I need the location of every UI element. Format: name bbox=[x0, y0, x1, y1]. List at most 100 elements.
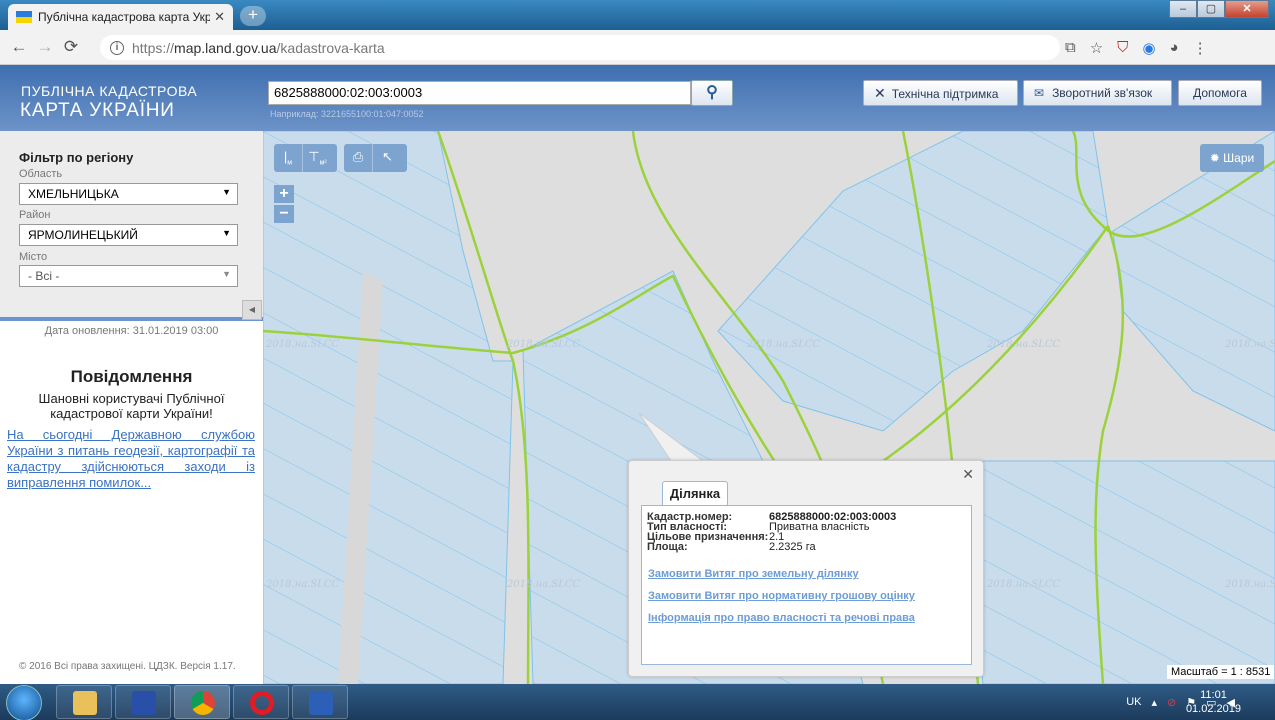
watermark: 2018.на.SLCC bbox=[747, 339, 821, 350]
zoom-out-button[interactable]: − bbox=[274, 205, 294, 223]
support-button[interactable]: ✕ Технічна підтримка bbox=[863, 80, 1018, 106]
extension-blue-icon[interactable]: ◉ bbox=[1142, 39, 1155, 57]
zoom-in-button[interactable]: + bbox=[274, 185, 294, 203]
feedback-label: Зворотний зв'язок bbox=[1052, 86, 1153, 100]
browser-tab-strip: Публічна кадастрова карта Укр ✕ + – ▢ ✕ bbox=[0, 0, 1275, 30]
print-button[interactable]: ⎙ bbox=[344, 144, 373, 172]
parcel-lines-lower-right bbox=[963, 461, 1275, 684]
layers-label: Шари bbox=[1223, 151, 1255, 165]
envelope-icon: ✉ bbox=[1034, 86, 1045, 100]
close-icon[interactable]: ✕ bbox=[962, 466, 974, 483]
tab-title: Публічна кадастрова карта Укр bbox=[38, 10, 211, 24]
map-scale: Масштаб = 1 : 8531 bbox=[1167, 665, 1275, 679]
gear-icon: ✹ bbox=[1209, 151, 1224, 165]
address-bar[interactable]: i https://map.land.gov.ua/kadastrova-kar… bbox=[100, 35, 1060, 60]
map-view[interactable]: |м ⊤м² ⎙ ↖ + − ✹ Шари 2018.на.SLCC 2018.… bbox=[263, 131, 1275, 684]
site-info-icon[interactable]: i bbox=[110, 40, 124, 55]
rayon-value: ЯРМОЛИНЕЦЬКИЙ bbox=[28, 228, 138, 242]
collapse-panel-button[interactable]: ◀ bbox=[242, 300, 262, 320]
oblast-select[interactable]: ХМЕЛЬНИЦЬКА ▼ bbox=[19, 183, 238, 205]
layers-button[interactable]: ✹ Шари bbox=[1200, 144, 1264, 172]
account-icon[interactable]: ◕ bbox=[1170, 39, 1179, 56]
back-icon[interactable]: ← bbox=[6, 37, 32, 57]
chrome-icon bbox=[191, 691, 215, 715]
taskbar-save-app[interactable] bbox=[115, 685, 171, 719]
news-link[interactable]: На сьогодні Державною службою України з … bbox=[7, 427, 255, 491]
url-host: map.land.gov.ua bbox=[174, 39, 277, 56]
order-valuation-link[interactable]: Замовити Витяг про нормативну грошову оц… bbox=[648, 590, 915, 602]
word-icon bbox=[309, 691, 333, 715]
watermark: 2018.на.SLCC bbox=[1225, 339, 1275, 350]
info-value: Приватна власність bbox=[769, 521, 870, 533]
measure-toolbar: |м ⊤м² bbox=[274, 144, 337, 172]
watermark: 2018.на.SLCC bbox=[507, 339, 581, 350]
help-button[interactable]: Допомога bbox=[1178, 80, 1262, 106]
dropdown-arrow-icon: ▼ bbox=[222, 187, 231, 197]
taskbar-opera[interactable] bbox=[233, 685, 289, 719]
language-indicator[interactable]: UK bbox=[1126, 696, 1141, 708]
watermark: 2018.на.SLCC bbox=[266, 339, 340, 350]
taskbar-explorer[interactable] bbox=[56, 685, 112, 719]
url-scheme: https:// bbox=[132, 39, 175, 56]
taskbar: UK ▴ ⊘ ⚑ ▭ ◀ 11:01 01.02.2019 bbox=[0, 684, 1275, 720]
browser-tab[interactable]: Публічна кадастрова карта Укр ✕ bbox=[8, 4, 233, 30]
search-button[interactable]: ⚲ bbox=[691, 80, 733, 106]
clock[interactable]: 11:01 01.02.2019 bbox=[1186, 688, 1241, 716]
tray-expand-icon[interactable]: ▴ bbox=[1152, 696, 1158, 709]
floppy-icon bbox=[132, 691, 156, 715]
ownership-info-link[interactable]: Інформація про право власності та речові… bbox=[648, 612, 915, 624]
info-key: Площа: bbox=[647, 541, 688, 553]
new-tab-button[interactable]: + bbox=[240, 6, 266, 26]
rayon-select[interactable]: ЯРМОЛИНЕЦЬКИЙ ▼ bbox=[19, 224, 238, 246]
watermark: 2018.на.SLCC bbox=[987, 339, 1061, 350]
order-extract-link[interactable]: Замовити Витяг про земельну ділянку bbox=[648, 568, 859, 580]
forward-icon[interactable]: → bbox=[32, 37, 58, 57]
measure-area-button[interactable]: ⊤м² bbox=[303, 144, 332, 172]
parcel-popup: ✕ Ділянка Кадастр.номер: 6825888000:02:00… bbox=[628, 460, 984, 677]
close-window-button[interactable]: ✕ bbox=[1225, 0, 1269, 18]
search-icon: ⚲ bbox=[706, 84, 718, 101]
watermark: 2018.на.SLCC bbox=[507, 579, 581, 590]
url-path: /kadastrova-karta bbox=[276, 39, 385, 56]
minimize-button[interactable]: – bbox=[1169, 0, 1197, 18]
menu-dots-icon[interactable]: ⋮ bbox=[1193, 39, 1208, 57]
measure-distance-button[interactable]: |м bbox=[274, 144, 303, 172]
oblast-value: ХМЕЛЬНИЦЬКА bbox=[28, 187, 119, 201]
dropdown-arrow-icon: ▼ bbox=[222, 228, 231, 238]
identify-button[interactable]: ↖ bbox=[373, 144, 402, 172]
taskbar-chrome[interactable] bbox=[174, 685, 230, 719]
region-filter: Фільтр по регіону Область ХМЕЛЬНИЦЬКА ▼ Р… bbox=[0, 131, 263, 321]
clock-date: 01.02.2019 bbox=[1185, 703, 1241, 715]
copyright: © 2016 Всі права захищені. ЦДЗК. Версія … bbox=[19, 661, 236, 672]
info-value: 2.2325 га bbox=[769, 541, 816, 553]
info-row: Площа: 2.2325 га bbox=[647, 541, 966, 553]
parcel-info: Кадастр.номер: 6825888000:02:003:0003 Тип… bbox=[641, 505, 972, 665]
taskbar-word[interactable] bbox=[292, 685, 348, 719]
left-panel: Фільтр по регіону Область ХМЕЛЬНИЦЬКА ▼ Р… bbox=[0, 131, 263, 684]
bookmark-star-icon[interactable]: ☆ bbox=[1090, 39, 1103, 57]
city-label: Місто bbox=[19, 251, 48, 263]
news-body: Шановні користувачі Публічної кадастрово… bbox=[38, 391, 225, 421]
antivirus-icon[interactable]: ⊘ bbox=[1167, 696, 1176, 709]
cursor-question-icon: ↖ bbox=[382, 149, 393, 164]
translate-icon[interactable]: ⧉ bbox=[1065, 39, 1076, 56]
reload-icon[interactable]: ⟳ bbox=[58, 37, 84, 57]
search-example: Наприклад: 3221655100:01:047:0052 bbox=[270, 109, 424, 119]
city-value: - Всі - bbox=[28, 269, 60, 283]
printer-icon: ⎙ bbox=[352, 149, 364, 164]
windows-start-icon[interactable] bbox=[6, 685, 42, 720]
search-input[interactable]: 6825888000:02:003:0003 bbox=[268, 81, 691, 105]
close-tab-icon[interactable]: ✕ bbox=[214, 9, 225, 25]
city-select[interactable]: - Всі - ▼ bbox=[19, 265, 238, 287]
tab-parcel[interactable]: Ділянка bbox=[662, 481, 728, 506]
update-date: Дата оновлення: 31.01.2019 03:00 bbox=[44, 325, 219, 337]
extension-shield-icon[interactable]: ⛉ bbox=[1117, 39, 1128, 56]
browser-extensions: ⧉ ☆ ⛉ ◉ ◕ ⋮ bbox=[1065, 30, 1208, 65]
logo-line1: ПУБЛІЧНА КАДАСТРОВА bbox=[21, 83, 198, 99]
feedback-button[interactable]: ✉ Зворотний зв'язок bbox=[1023, 80, 1172, 106]
watermark: 2018.на.SLCC bbox=[987, 579, 1061, 590]
maximize-button[interactable]: ▢ bbox=[1197, 0, 1225, 18]
tools-icon: ✕ bbox=[874, 85, 886, 101]
parcel-lines-upper bbox=[718, 131, 1108, 431]
map-tools: ⎙ ↖ bbox=[344, 144, 407, 172]
